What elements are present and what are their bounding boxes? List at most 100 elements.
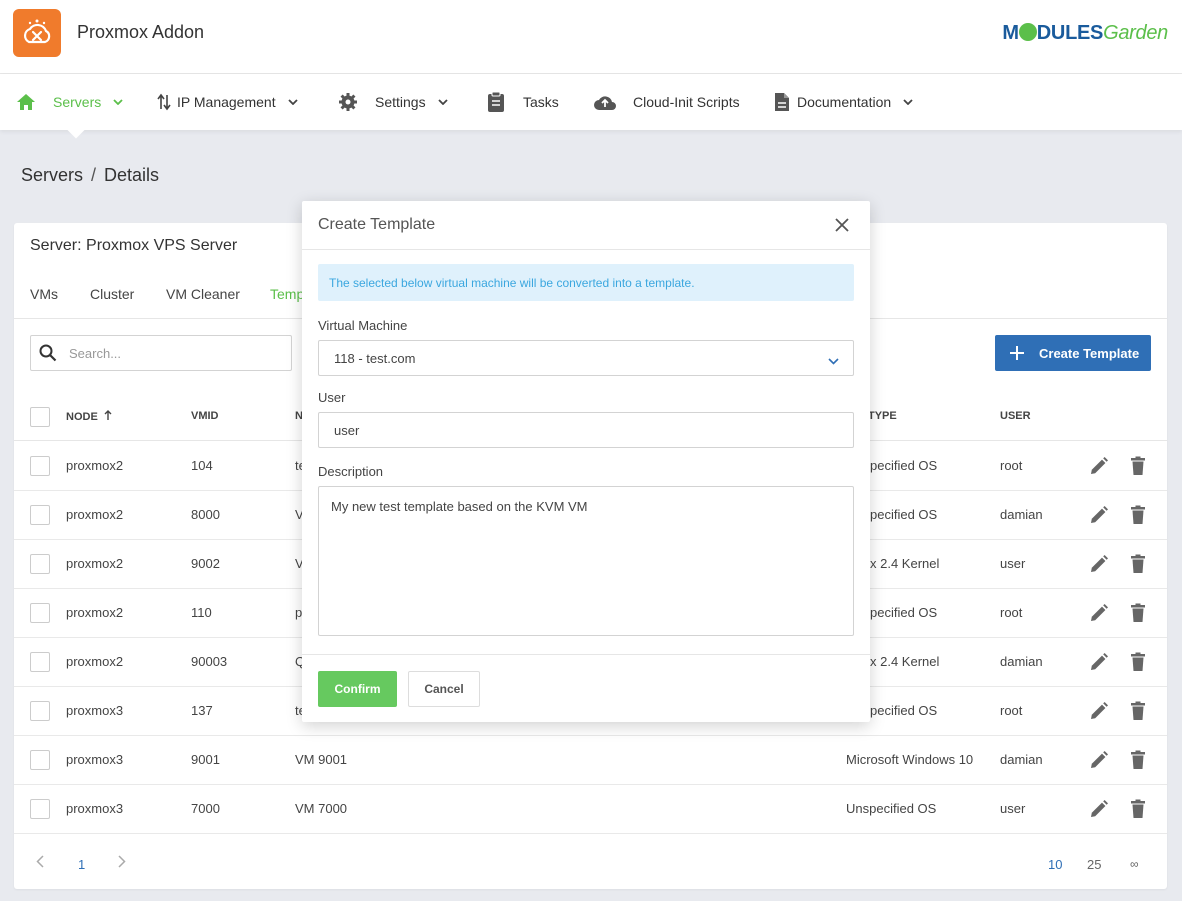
modulesgarden-logo[interactable]: M DULESGarden	[1002, 22, 1168, 45]
edit-pencil-icon[interactable]	[1089, 799, 1109, 822]
confirm-button[interactable]: Confirm	[318, 671, 397, 707]
cancel-button[interactable]: Cancel	[408, 671, 480, 707]
table-row[interactable]: proxmox3 7000 VM 7000 Unspecified OS user	[14, 785, 1167, 834]
description-label: Description	[318, 464, 384, 479]
cell-user: damian	[1000, 507, 1043, 522]
cell-type: Unspecified OS	[846, 801, 937, 816]
tab-cluster[interactable]: Cluster	[90, 286, 134, 302]
cell-user: root	[1000, 605, 1023, 620]
delete-trash-icon[interactable]	[1130, 456, 1146, 479]
cloud-upload-icon	[593, 91, 617, 113]
sort-arrows-icon	[155, 91, 173, 113]
cell-type: pecified OS	[870, 458, 938, 473]
user-field[interactable]: user	[318, 412, 854, 448]
cell-node: proxmox2	[66, 605, 124, 620]
virtual-machine-label: Virtual Machine	[318, 318, 408, 333]
row-checkbox[interactable]	[30, 701, 50, 721]
cell-vmid: 110	[191, 605, 212, 620]
cell-vmid: 8000	[191, 507, 220, 522]
plus-icon	[1009, 345, 1025, 361]
table-row[interactable]: proxmox3 9001 VM 9001 Microsoft Windows 10 d…	[14, 736, 1167, 785]
row-checkbox[interactable]	[30, 554, 50, 574]
row-checkbox[interactable]	[30, 456, 50, 476]
cell-node: proxmox3	[66, 752, 124, 767]
divider	[302, 654, 870, 655]
edit-pencil-icon[interactable]	[1089, 456, 1109, 479]
cell-type: x 2.4 Kernel	[870, 556, 940, 571]
cell-type: pecified OS	[870, 703, 938, 718]
pagination: 1 10 25 ∞	[14, 840, 1167, 889]
column-user[interactable]: USER	[1000, 410, 1031, 422]
app-title: Proxmox Addon	[77, 22, 205, 42]
user-label: User	[318, 390, 346, 405]
page-size-25[interactable]: 25	[1087, 857, 1101, 872]
user-value: user	[334, 423, 360, 438]
globe-icon	[1018, 23, 1037, 41]
app-logo-icon[interactable]	[13, 9, 61, 57]
tab-templates[interactable]: Temp	[270, 286, 304, 302]
nav-documentation[interactable]: Documentation	[773, 74, 913, 130]
nav-servers[interactable]: Servers	[15, 74, 123, 130]
cell-name: VM 7000	[295, 801, 348, 816]
nav-ip-management[interactable]: IP Management	[155, 74, 298, 130]
chevron-down-icon	[828, 353, 839, 368]
column-vmid[interactable]: VMID	[191, 410, 219, 422]
delete-trash-icon[interactable]	[1130, 652, 1146, 675]
virtual-machine-select[interactable]: 118 - test.com	[318, 340, 854, 376]
breadcrumb-servers[interactable]: Servers	[21, 165, 83, 185]
search-input[interactable]	[69, 342, 279, 364]
page-size-10[interactable]: 10	[1048, 857, 1062, 872]
tab-vms[interactable]: VMs	[30, 286, 58, 302]
cell-vmid: 7000	[191, 801, 220, 816]
main-nav: Servers IP Management Settings Tasks Clo…	[0, 74, 1182, 139]
nav-settings[interactable]: Settings	[337, 74, 448, 130]
delete-trash-icon[interactable]	[1130, 603, 1146, 626]
cell-vmid: 137	[191, 703, 213, 718]
breadcrumb-separator: /	[91, 165, 97, 185]
gear-icon	[337, 91, 359, 113]
search-box	[30, 335, 292, 371]
page-number[interactable]: 1	[78, 857, 85, 872]
cell-vmid: 9001	[191, 752, 220, 767]
cell-node: proxmox3	[66, 801, 124, 816]
cell-node: proxmox2	[66, 556, 124, 571]
cell-user: root	[1000, 458, 1023, 473]
chevron-down-icon	[113, 99, 123, 105]
delete-trash-icon[interactable]	[1130, 750, 1146, 773]
close-icon[interactable]	[832, 215, 852, 235]
delete-trash-icon[interactable]	[1130, 505, 1146, 528]
edit-pencil-icon[interactable]	[1089, 701, 1109, 724]
edit-pencil-icon[interactable]	[1089, 505, 1109, 528]
next-page-icon[interactable]	[118, 855, 126, 871]
page-size-all[interactable]: ∞	[1130, 857, 1139, 871]
cell-node: proxmox2	[66, 654, 124, 669]
search-icon	[39, 344, 57, 367]
edit-pencil-icon[interactable]	[1089, 652, 1109, 675]
delete-trash-icon[interactable]	[1130, 554, 1146, 577]
clipboard-icon	[485, 91, 507, 113]
cell-name: VM 9001	[295, 752, 348, 767]
prev-page-icon[interactable]	[36, 855, 44, 871]
edit-pencil-icon[interactable]	[1089, 750, 1109, 773]
cell-user: user	[1000, 556, 1026, 571]
chevron-down-icon	[437, 99, 448, 105]
row-checkbox[interactable]	[30, 603, 50, 623]
description-textarea[interactable]: My new test template based on the KVM VM	[318, 486, 854, 636]
edit-pencil-icon[interactable]	[1089, 554, 1109, 577]
create-template-button[interactable]: Create Template	[995, 335, 1151, 371]
row-checkbox[interactable]	[30, 750, 50, 770]
delete-trash-icon[interactable]	[1130, 701, 1146, 724]
delete-trash-icon[interactable]	[1130, 799, 1146, 822]
column-node[interactable]: NODE	[66, 410, 112, 424]
column-type[interactable]: TYPE	[868, 410, 897, 422]
row-checkbox[interactable]	[30, 799, 50, 819]
edit-pencil-icon[interactable]	[1089, 603, 1109, 626]
cell-user: root	[1000, 703, 1023, 718]
nav-cloud-init-scripts[interactable]: Cloud-Init Scripts	[593, 74, 740, 130]
row-checkbox[interactable]	[30, 652, 50, 672]
tab-vm-cleaner[interactable]: VM Cleaner	[166, 286, 240, 302]
cell-type: Microsoft Windows 10	[846, 752, 974, 767]
select-all-checkbox[interactable]	[30, 407, 50, 427]
row-checkbox[interactable]	[30, 505, 50, 525]
nav-tasks[interactable]: Tasks	[485, 74, 559, 130]
